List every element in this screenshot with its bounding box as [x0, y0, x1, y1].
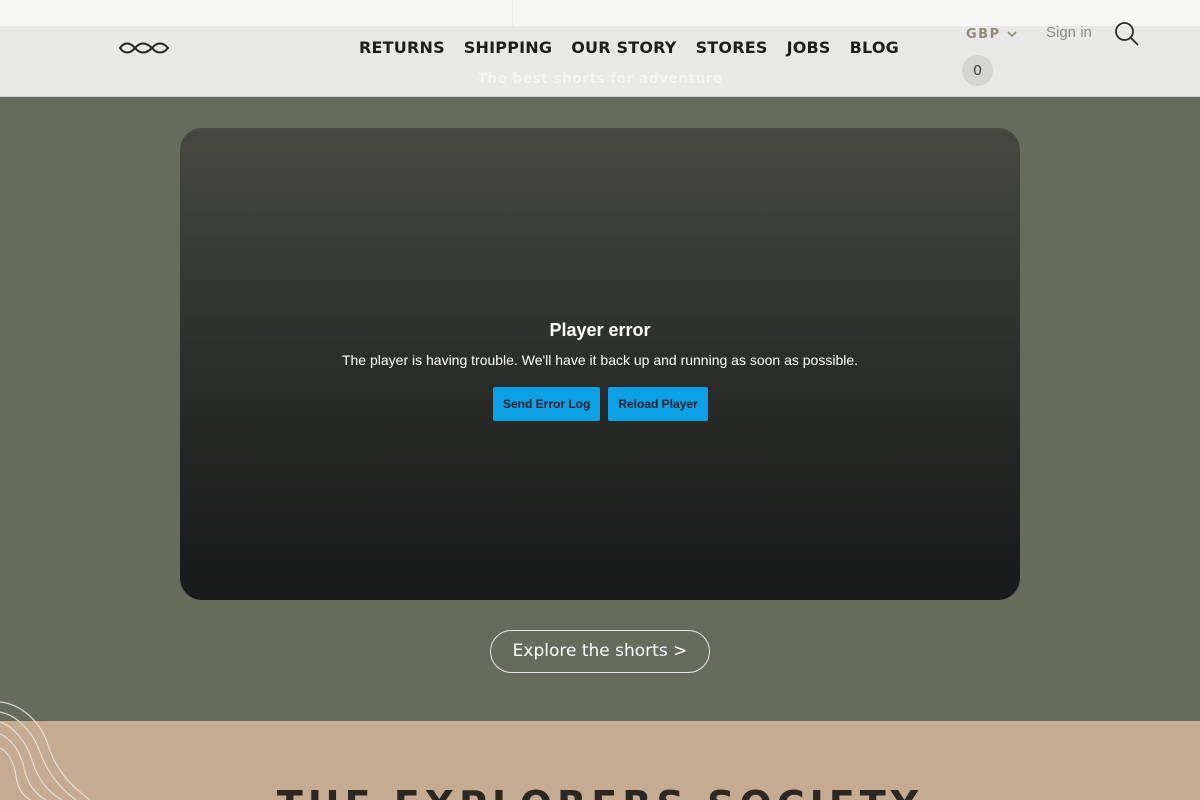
- nav-jobs[interactable]: JOBS: [777, 36, 840, 60]
- nav-our-story[interactable]: OUR STORY: [561, 36, 685, 60]
- currency-label: GBP: [966, 26, 1001, 42]
- nav-shipping[interactable]: SHIPPING: [454, 36, 561, 60]
- chevron-down-icon: [1007, 31, 1017, 38]
- currency-selector[interactable]: GBP: [966, 26, 1017, 42]
- logo-icon[interactable]: [118, 40, 170, 56]
- top-strip: [0, 0, 1200, 26]
- player-error-title: Player error: [549, 320, 651, 340]
- explore-shorts-button[interactable]: Explore the shorts >: [490, 630, 710, 673]
- video-player[interactable]: Player error The player is having troubl…: [180, 128, 1020, 600]
- nav-blog[interactable]: BLOG: [840, 36, 908, 60]
- send-error-log-button[interactable]: Send Error Log: [493, 387, 601, 421]
- main-nav: RETURNS SHIPPING OUR STORY STORES JOBS B…: [349, 36, 908, 60]
- section-title: THE EXPLORERS SOCIETY: [0, 783, 1200, 800]
- explorers-society-section: THE EXPLORERS SOCIETY: [0, 721, 1200, 800]
- nav-stores[interactable]: STORES: [686, 36, 777, 60]
- reload-player-button[interactable]: Reload Player: [608, 387, 708, 421]
- header-tagline: The best shorts for adventure: [477, 71, 723, 87]
- search-icon[interactable]: [1114, 21, 1140, 47]
- site-header: RETURNS SHIPPING OUR STORY STORES JOBS B…: [0, 22, 1200, 97]
- cart-badge[interactable]: 0: [962, 55, 993, 86]
- player-error-message: The player is having trouble. We'll have…: [341, 352, 859, 368]
- sign-in-link[interactable]: Sign in: [1046, 24, 1092, 41]
- player-error-actions: Send Error Log Reload Player: [493, 387, 708, 421]
- top-strip-divider: [512, 0, 513, 26]
- topographic-lines-decoration: [0, 701, 91, 800]
- nav-returns[interactable]: RETURNS: [349, 36, 454, 60]
